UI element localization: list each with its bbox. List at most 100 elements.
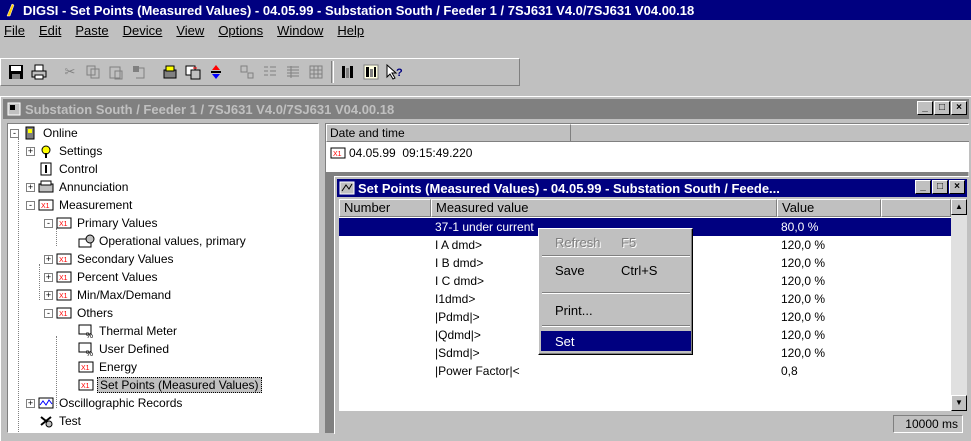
operational-values-icon [78,234,95,248]
menu-paste[interactable]: Paste [75,23,108,38]
tree-item-min-max-demand[interactable]: + X1 Min/Max/Demand [44,286,173,304]
measurement-icon: X1 [56,306,72,320]
expand-icon[interactable]: + [44,290,53,300]
menu-item-print[interactable]: Print... [541,300,691,320]
tree-item-test[interactable]: Test [38,412,83,430]
menu-item-refresh[interactable]: Refresh F5 [541,232,691,252]
tree-item-control[interactable]: Control [38,160,100,178]
menu-item-label: Save [555,262,585,278]
collapse-icon[interactable]: - [10,128,19,138]
date-time-header[interactable]: Date and time [326,124,571,142]
tree-item-operational-values-primary[interactable]: Operational values, primary [78,232,248,250]
expand-icon[interactable]: + [44,272,53,282]
digsi-app-window: DIGSI - Set Points (Measured Values) - 0… [0,0,971,441]
collapse-icon[interactable]: - [44,308,53,318]
measured-value-cell: 37-1 under current [435,220,534,234]
menu-view-label: View [176,22,205,38]
grid-icon[interactable] [305,61,327,83]
value-cell: 120,0 % [781,292,826,306]
tree-item-online[interactable]: - Online [10,124,80,142]
scroll-up-icon[interactable]: ▲ [951,199,967,215]
column-header-number[interactable]: Number [339,199,431,217]
menu-options[interactable]: Options [218,23,263,38]
tree-item-others[interactable]: - X1 Others [44,304,115,322]
set-points-window-icon [339,181,355,195]
help-pointer-icon[interactable]: ? [383,61,405,83]
set-points-title: Set Points (Measured Values) - 04.05.99 … [358,180,780,196]
table-row[interactable]: |Power Factor|< 0,8 [339,362,951,380]
menu-view[interactable]: View [176,23,204,38]
menu-file[interactable]: File [4,23,25,38]
menu-item-save[interactable]: Save Ctrl+S [541,260,691,280]
copy-icon[interactable] [82,61,104,83]
list-icon[interactable] [259,61,281,83]
measured-value-cell: I1dmd> [435,292,476,306]
tree-item-user-defined[interactable]: % User Defined [78,340,171,358]
chart-icon[interactable] [360,61,382,83]
tree-item-settings[interactable]: + Settings [26,142,104,160]
collapse-icon[interactable]: - [44,218,53,228]
value-cell: 120,0 % [781,328,826,342]
menu-help[interactable]: Help [337,23,364,38]
tree-item-percent-values[interactable]: + X1 Percent Values [44,268,160,286]
scroll-down-icon[interactable]: ▼ [951,395,967,411]
collapse-icon[interactable]: - [26,200,35,210]
tree-item-thermal-meter[interactable]: % Thermal Meter [78,322,179,340]
column-header-measured-value[interactable]: Measured value [431,199,777,217]
menu-item-shortcut: F5 [621,234,637,250]
device-window-icon [7,102,21,116]
expand-icon[interactable]: + [44,254,53,264]
save-icon[interactable] [5,61,27,83]
refresh-interval: 10000 ms [893,415,963,433]
device-icon[interactable] [159,61,181,83]
digsi-app-icon [4,3,18,17]
navigation-tree: - Online + Settings Control + Annunciati… [7,123,319,433]
tree-item-primary-values[interactable]: - X1 Primary Values [44,214,159,232]
cut-icon[interactable]: ✂ [59,61,81,83]
close-icon[interactable]: × [951,101,967,115]
tree-item-annunciation[interactable]: + Annunciation [26,178,130,196]
maximize-icon[interactable]: □ [932,180,948,194]
maximize-icon[interactable]: □ [934,101,950,115]
transfer-icon[interactable] [205,61,227,83]
minimize-icon[interactable]: _ [917,101,933,115]
expand-icon[interactable]: + [26,398,35,408]
vertical-scrollbar[interactable]: ▲ ▼ [951,199,967,411]
date-time-row[interactable]: X1 04.05.99 09:15:49.220 [330,146,472,160]
measured-value-cell: |Pdmd|> [435,310,480,324]
menu-window[interactable]: Window [277,23,323,38]
close-icon[interactable]: × [949,180,965,194]
menu-edit[interactable]: Edit [39,23,61,38]
measured-value-cell: I B dmd> [435,256,484,270]
test-icon [38,414,54,428]
tree-item-measurement[interactable]: - X1 Measurement [26,196,134,214]
details-icon[interactable] [282,61,304,83]
tree-item-secondary-values[interactable]: + X1 Secondary Values [44,250,176,268]
minimize-icon[interactable]: _ [915,180,931,194]
tree-item-oscillographic-records[interactable]: + Oscillographic Records [26,394,184,412]
menu-item-label: Refresh [555,234,601,250]
measured-value-cell: |Sdmd|> [435,346,480,360]
energy-icon: X1 [78,360,94,374]
mdi-title-bar: Substation South / Feeder 1 / 7SJ631 V4.… [3,99,969,119]
tree-item-energy[interactable]: X1 Energy [78,358,139,376]
tree-label: Annunciation [59,180,129,194]
tree-label: Operational values, primary [99,234,246,248]
plot-icon[interactable] [337,61,359,83]
expand-icon[interactable]: + [26,146,35,156]
menu-device-label: Device [122,22,163,38]
paste-icon[interactable] [105,61,127,83]
menu-device[interactable]: Device [123,23,163,38]
tree-item-set-points[interactable]: X1 Set Points (Measured Values) [78,376,262,394]
column-header-value[interactable]: Value [777,199,881,217]
undo-icon[interactable] [128,61,150,83]
measured-value-cell: |Power Factor|< [435,364,520,378]
menu-item-set[interactable]: Set [541,331,691,351]
print-icon[interactable] [28,61,50,83]
settings-icon [38,144,54,158]
expand-icon[interactable]: + [26,182,35,192]
menu-window-label: Window [277,22,324,38]
menu-options-label: Options [218,22,264,38]
compare-icon[interactable] [182,61,204,83]
small-icons-icon[interactable] [236,61,258,83]
